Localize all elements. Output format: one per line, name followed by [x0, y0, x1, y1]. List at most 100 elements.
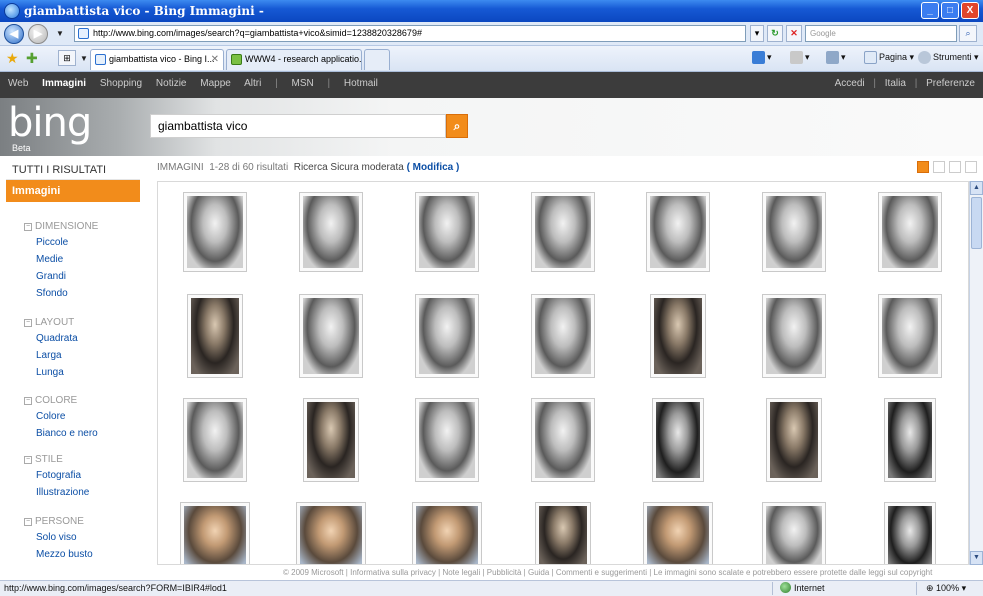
image-result-thumbnail[interactable] [531, 398, 595, 482]
filter-heading[interactable]: − COLORE [24, 395, 98, 406]
url-field[interactable]: http://www.bing.com/images/search?q=giam… [74, 25, 746, 42]
feeds-button[interactable]: ▾ [790, 51, 810, 64]
scroll-thumb[interactable] [971, 197, 982, 249]
image-result-thumbnail[interactable] [415, 294, 479, 378]
history-dropdown-icon[interactable]: ▼ [56, 29, 64, 38]
italia-link[interactable]: Italia [885, 78, 906, 89]
bing-logo[interactable]: bing [8, 103, 92, 143]
nav-immagini[interactable]: Immagini [42, 78, 86, 89]
image-result-thumbnail[interactable] [531, 192, 595, 272]
filter-grandi[interactable]: Grandi [36, 271, 98, 282]
close-window-button[interactable]: X [961, 2, 979, 19]
filter-solo-viso[interactable]: Solo viso [36, 532, 93, 543]
filter-larga[interactable]: Larga [36, 350, 78, 361]
filter-medie[interactable]: Medie [36, 254, 98, 265]
stop-button[interactable]: ✕ [786, 25, 802, 42]
image-result-thumbnail[interactable] [643, 502, 713, 564]
filter-bianco-e-nero[interactable]: Bianco e nero [36, 428, 98, 439]
image-result-thumbnail[interactable] [415, 192, 479, 272]
forward-button[interactable]: ▶ [28, 24, 48, 44]
image-result-thumbnail[interactable] [884, 502, 936, 564]
images-vertical-selected[interactable]: Immagini [6, 180, 140, 202]
maximize-button[interactable]: □ [941, 2, 959, 19]
address-dropdown-button[interactable]: ▾ [750, 25, 764, 42]
search-engine-input[interactable]: Google [805, 25, 957, 42]
nav-altri[interactable]: Altri [244, 78, 261, 89]
view-details-icon[interactable] [965, 161, 977, 173]
filter-heading[interactable]: − STILE [24, 454, 89, 465]
search-go-button[interactable]: ⌕ [959, 25, 977, 42]
image-result-thumbnail[interactable] [762, 192, 826, 272]
image-result-thumbnail[interactable] [187, 294, 243, 378]
nav-web[interactable]: Web [8, 78, 28, 89]
image-result-thumbnail[interactable] [299, 192, 363, 272]
nav-mappe[interactable]: Mappe [200, 78, 231, 89]
image-result-thumbnail[interactable] [412, 502, 482, 564]
filter-piccole[interactable]: Piccole [36, 237, 98, 248]
nav-msn[interactable]: MSN [291, 78, 313, 89]
bing-search-button[interactable]: ⌕ [446, 114, 468, 138]
image-result-thumbnail[interactable] [183, 192, 247, 272]
quick-tabs-button[interactable]: ⊞ [58, 50, 76, 66]
image-result-thumbnail[interactable] [762, 294, 826, 378]
view-small-grid-icon[interactable] [917, 161, 929, 173]
image-result-thumbnail[interactable] [415, 398, 479, 482]
scroll-up-icon[interactable]: ▲ [970, 181, 983, 195]
image-result-thumbnail[interactable] [878, 192, 942, 272]
filter-heading[interactable]: − DIMENSIONE [24, 221, 98, 232]
all-results-link[interactable]: TUTTI I RISULTATI [6, 160, 140, 180]
favorites-star-icon[interactable]: ★ [6, 50, 19, 67]
tab-close-icon[interactable]: ✕ [211, 50, 219, 69]
image-result-thumbnail[interactable] [762, 502, 826, 564]
modify-safe-search-link[interactable]: Modifica [413, 162, 454, 173]
results-scrollbar[interactable]: ▲ ▼ [969, 181, 983, 565]
image-result-thumbnail[interactable] [303, 398, 359, 482]
preferenze-link[interactable]: Preferenze [926, 78, 975, 89]
filter-colore[interactable]: Colore [36, 411, 98, 422]
image-result-thumbnail[interactable] [535, 502, 591, 564]
back-button[interactable]: ◀ [4, 24, 24, 44]
image-result-thumbnail[interactable] [531, 294, 595, 378]
refresh-button[interactable]: ↻ [767, 25, 783, 42]
filter-illustrazione[interactable]: Illustrazione [36, 487, 89, 498]
image-result-thumbnail[interactable] [646, 192, 710, 272]
new-tab-button[interactable] [364, 49, 390, 70]
image-result-thumbnail[interactable] [180, 502, 250, 564]
add-favorite-icon[interactable]: ✚ [26, 50, 38, 67]
nav-shopping[interactable]: Shopping [100, 78, 142, 89]
filter-heading[interactable]: − PERSONE [24, 516, 93, 527]
page-menu[interactable]: Pagina ▾ [864, 51, 914, 64]
bing-search-input[interactable]: giambattista vico [150, 114, 446, 138]
status-bar: http://www.bing.com/images/search?FORM=I… [0, 580, 983, 596]
nav-hotmail[interactable]: Hotmail [344, 78, 378, 89]
zoom-level[interactable]: ⊕ 100% ▾ [926, 581, 966, 596]
filter-group-dimensione: − DIMENSIONE Piccole Medie Grandi Sfondo [24, 221, 98, 305]
tab-bing[interactable]: giambattista vico - Bing I... ✕ [90, 49, 224, 70]
filter-fotografia[interactable]: Fotografia [36, 470, 89, 481]
image-result-thumbnail[interactable] [650, 294, 706, 378]
filter-heading[interactable]: − LAYOUT [24, 317, 78, 328]
minimize-button[interactable]: _ [921, 2, 939, 19]
print-button[interactable]: ▾ [826, 51, 846, 64]
security-zone[interactable]: Internet [780, 581, 825, 596]
filter-mezzo-busto[interactable]: Mezzo busto [36, 549, 93, 560]
filter-sfondo[interactable]: Sfondo [36, 288, 98, 299]
home-button[interactable]: ▾ [752, 51, 772, 64]
nav-notizie[interactable]: Notizie [156, 78, 187, 89]
image-result-thumbnail[interactable] [652, 398, 704, 482]
tools-menu[interactable]: Strumenti ▾ [918, 51, 979, 64]
image-result-thumbnail[interactable] [296, 502, 366, 564]
view-medium-grid-icon[interactable] [933, 161, 945, 173]
accedi-link[interactable]: Accedi [835, 78, 865, 89]
tab-www4[interactable]: WWW4 - research applicatio... [226, 49, 362, 70]
image-result-thumbnail[interactable] [766, 398, 822, 482]
image-result-thumbnail[interactable] [183, 398, 247, 482]
image-result-thumbnail[interactable] [878, 294, 942, 378]
image-result-thumbnail[interactable] [299, 294, 363, 378]
view-large-grid-icon[interactable] [949, 161, 961, 173]
filter-quadrata[interactable]: Quadrata [36, 333, 78, 344]
tab-list-dropdown-icon[interactable]: ▼ [80, 54, 88, 63]
filter-lunga[interactable]: Lunga [36, 367, 78, 378]
scroll-down-icon[interactable]: ▼ [970, 551, 983, 565]
image-result-thumbnail[interactable] [884, 398, 936, 482]
